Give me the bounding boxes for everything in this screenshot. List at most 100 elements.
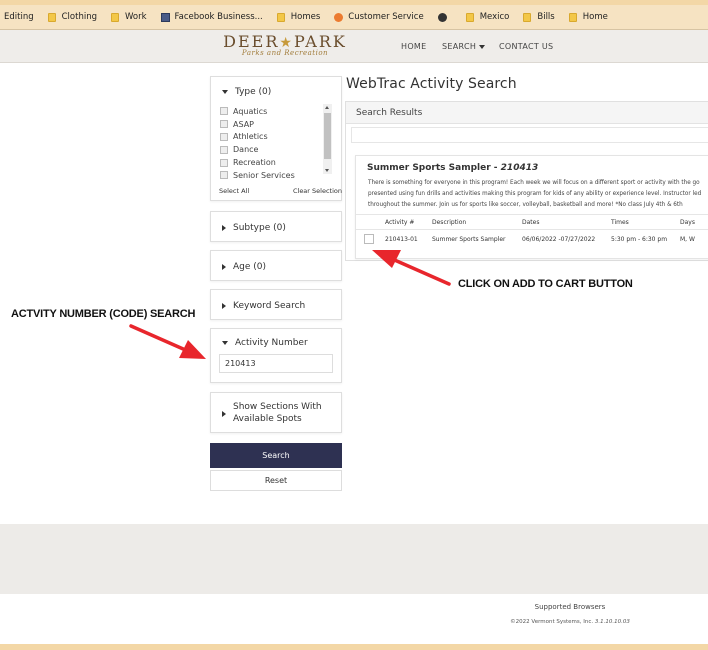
bookmarks-bar: Editing Clothing Work Facebook Business.… (0, 5, 708, 30)
results-toolbar (351, 127, 708, 143)
search-button[interactable]: Search (210, 443, 342, 468)
chevron-down-icon (479, 44, 486, 49)
annotation-add-to-cart: CLICK ON ADD TO CART BUTTON (458, 278, 633, 290)
site-header: DEER★PARK Parks and Recreation HOME SEAR… (0, 30, 708, 63)
scroll-up-icon[interactable] (325, 106, 329, 109)
facebook-business-icon (160, 12, 170, 22)
bookmark-label: Work (124, 12, 147, 22)
add-to-cart-checkbox[interactable] (364, 234, 374, 244)
bookmark-facebook-business[interactable]: Facebook Business... (160, 12, 263, 22)
activity-number-toggle[interactable]: Activity Number (222, 338, 308, 348)
type-option-dance[interactable]: Dance (220, 143, 328, 156)
activity-description: There is something for everyone in this … (368, 178, 708, 210)
type-option-label: Aquatics (233, 106, 268, 116)
type-option-asap[interactable]: ASAP (220, 118, 328, 131)
type-option-senior-services[interactable]: Senior Services (220, 169, 328, 182)
nav-contact-us[interactable]: CONTACT US (499, 30, 553, 63)
folder-icon (110, 12, 119, 22)
keyword-search-panel[interactable]: Keyword Search (210, 289, 342, 320)
page-title: WebTrac Activity Search (346, 76, 517, 92)
bookmark-customer-service[interactable]: Customer Service (334, 12, 424, 22)
type-option-label: ASAP (233, 119, 254, 129)
checkbox[interactable] (220, 120, 228, 129)
table-row: 210413-01 Summer Sports Sampler 06/06/20… (356, 231, 708, 248)
type-links: Select All Clear Selection (219, 187, 342, 195)
type-filter-count: (0) (258, 87, 272, 97)
checkbox[interactable] (220, 158, 228, 167)
activity-number-panel: Activity Number 210413 (210, 328, 342, 383)
column-days: Days (680, 218, 695, 226)
show-sections-panel[interactable]: Show Sections With Available Spots (210, 392, 342, 433)
copyright: ©2022 Vermont Systems, Inc. 3.1.10.10.03 (470, 619, 670, 625)
supported-browsers-link[interactable]: Supported Browsers (470, 603, 670, 611)
description-line: There is something for everyone in this … (368, 180, 700, 186)
search-results-header: Search Results (346, 102, 708, 124)
scroll-thumb[interactable] (324, 113, 331, 159)
bookmark-editing[interactable]: Editing (4, 12, 34, 22)
subtype-filter-toggle[interactable]: Subtype (0) (222, 223, 286, 233)
caret-right-icon (222, 410, 226, 417)
select-all-link[interactable]: Select All (219, 187, 249, 195)
age-filter-toggle[interactable]: Age (0) (222, 262, 266, 272)
bookmark-bills[interactable]: Bills (523, 12, 555, 22)
bookmark-label: Facebook Business... (174, 12, 263, 22)
scroll-down-icon[interactable] (325, 169, 329, 172)
type-option-label: Recreation (233, 158, 276, 168)
checkbox[interactable] (220, 107, 228, 116)
type-list-scrollbar[interactable] (323, 104, 332, 174)
bookmark-label: Home (582, 12, 608, 22)
subtype-filter-title: Subtype (233, 223, 271, 233)
show-sections-toggle[interactable]: Show Sections With Available Spots (222, 402, 322, 425)
bookmark-mexico[interactable]: Mexico (465, 12, 509, 22)
type-option-aquatics[interactable]: Aquatics (220, 105, 328, 118)
bookmark-label: Bills (537, 12, 555, 22)
nav-home[interactable]: HOME (401, 30, 426, 63)
nav-search[interactable]: SEARCH (442, 30, 486, 63)
checkbox[interactable] (220, 145, 228, 154)
clear-selection-link[interactable]: Clear Selection (293, 187, 342, 195)
type-list: Aquatics ASAP Athletics Dance Recreation… (220, 105, 328, 182)
folder-icon (465, 12, 474, 22)
type-option-label: Dance (233, 145, 259, 155)
type-option-recreation[interactable]: Recreation (220, 156, 328, 169)
show-sections-label: Show Sections With Available Spots (233, 402, 322, 425)
footer-band (0, 524, 708, 594)
type-option-athletics[interactable]: Athletics (220, 131, 328, 144)
row-days: M, W (680, 236, 695, 243)
bookmark-globe[interactable] (437, 12, 452, 22)
subtype-filter-panel[interactable]: Subtype (0) (210, 211, 342, 242)
bookmark-home[interactable]: Home (568, 12, 608, 22)
customer-service-icon (334, 12, 344, 22)
subtype-filter-count: (0) (273, 223, 286, 233)
column-activity: Activity # (385, 218, 415, 226)
row-times: 5:30 pm - 6:30 pm (611, 236, 668, 243)
annotation-activity-number: ACTVITY NUMBER (CODE) SEARCH (11, 308, 196, 320)
activity-card: Summer Sports Sampler - 210413 There is … (355, 155, 708, 259)
caret-right-icon (222, 303, 226, 309)
activity-title[interactable]: Summer Sports Sampler - 210413 (367, 163, 538, 173)
bookmark-homes[interactable]: Homes (276, 12, 320, 22)
activity-title-text: Summer Sports Sampler - (367, 163, 501, 173)
checkbox[interactable] (220, 132, 228, 141)
bookmark-clothing[interactable]: Clothing (47, 12, 97, 22)
show-sections-line2: Available Spots (233, 413, 302, 424)
browser-bottom-strip (0, 644, 708, 650)
type-filter-panel: Type (0) Aquatics ASAP Athletics Dance R… (210, 76, 342, 201)
caret-right-icon (222, 225, 226, 231)
type-filter-toggle[interactable]: Type (0) (222, 87, 271, 97)
activity-number-input[interactable]: 210413 (219, 354, 333, 373)
checkbox[interactable] (220, 171, 228, 180)
version: 3.1.10.10.03 (594, 619, 630, 625)
age-filter-title: Age (233, 262, 251, 272)
bookmark-work[interactable]: Work (110, 12, 147, 22)
caret-right-icon (222, 264, 226, 270)
age-filter-panel[interactable]: Age (0) (210, 250, 342, 281)
deer-park-logo[interactable]: DEER★PARK Parks and Recreation (220, 32, 350, 57)
keyword-search-toggle[interactable]: Keyword Search (222, 301, 305, 311)
folder-icon (568, 12, 577, 22)
type-filter-title: Type (235, 87, 256, 97)
reset-button[interactable]: Reset (210, 470, 342, 491)
keyword-search-title: Keyword Search (233, 301, 306, 311)
bookmark-label: Customer Service (348, 12, 424, 22)
age-filter-count: (0) (253, 262, 267, 272)
